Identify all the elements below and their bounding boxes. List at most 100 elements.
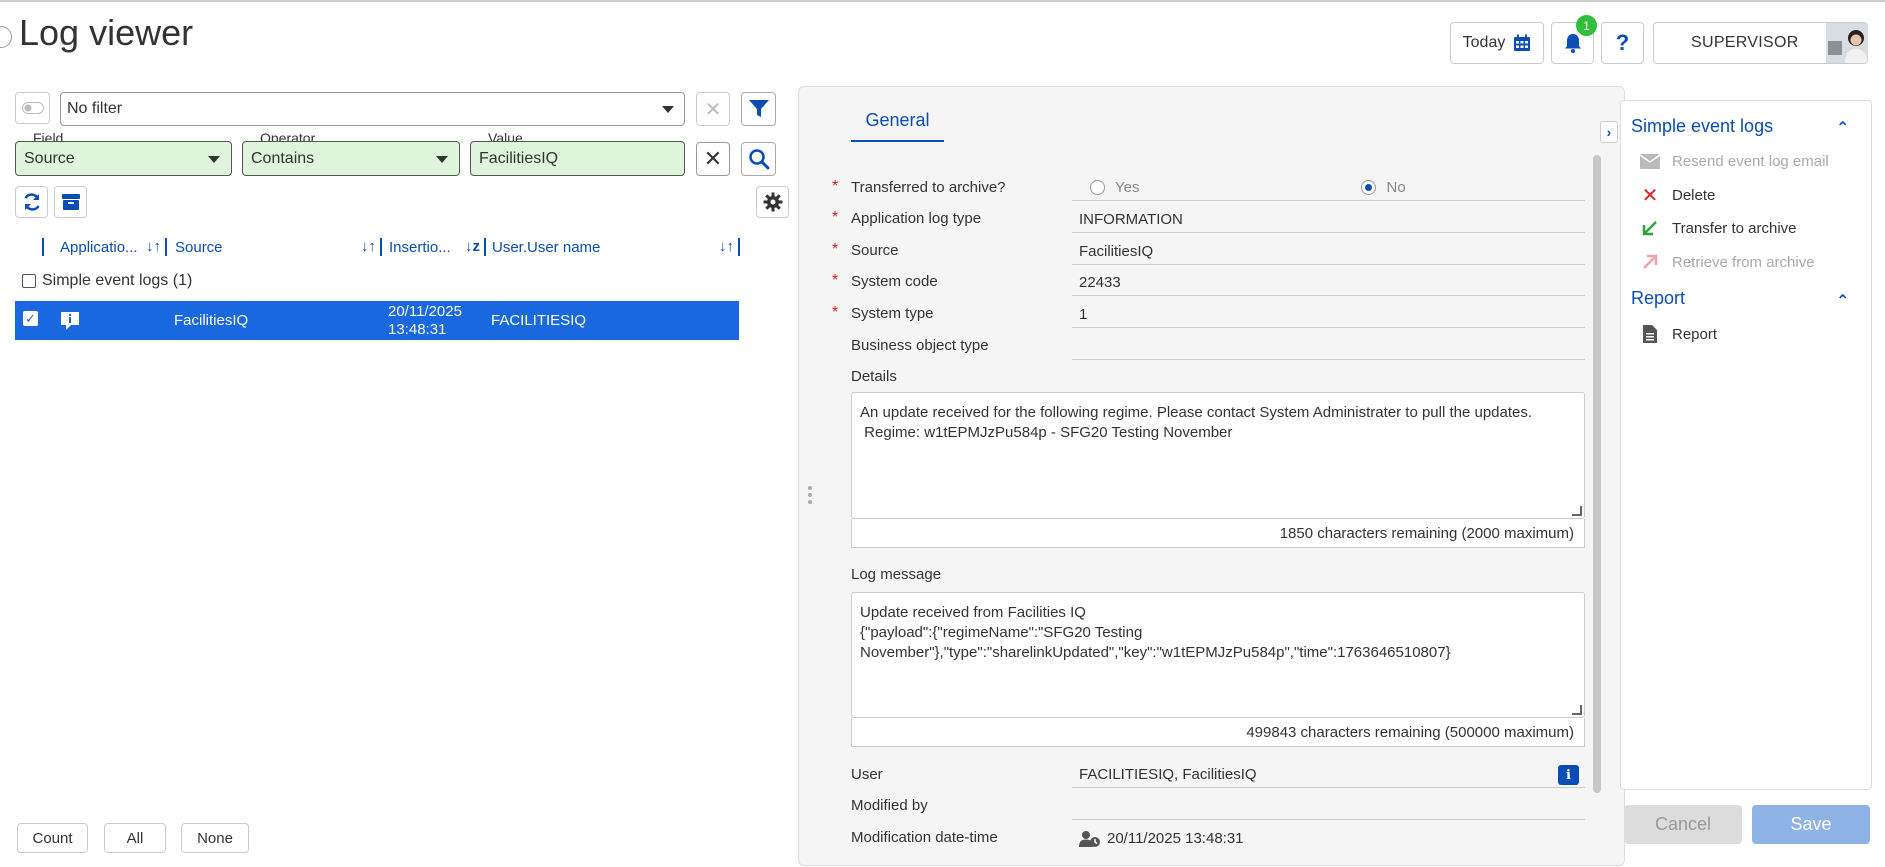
column-separator [380,238,382,256]
column-header-user-name[interactable]: User.User name [492,236,600,258]
operator-select[interactable]: Contains [242,141,460,176]
sort-icon[interactable]: ↓↑ [719,238,734,255]
value-input[interactable]: FacilitiesIQ [470,141,685,176]
save-button[interactable]: Save [1752,805,1870,844]
column-separator [165,238,167,256]
column-header-application[interactable]: Applicatio... [60,236,138,258]
table-row[interactable]: ✓ FacilitiesIQ 20/11/2025 13:48:31 FACIL… [15,301,739,340]
modified-by-label: Modified by [851,797,928,814]
row-user: FACILITIESIQ [491,312,587,329]
column-separator [738,238,740,256]
modification-value: 20/11/2025 13:48:31 [1072,825,1585,852]
splitter-handle[interactable] [808,486,812,506]
today-label: Today [1462,34,1506,51]
avatar[interactable] [1826,23,1868,63]
settings-button[interactable] [756,186,789,218]
search-button[interactable] [741,142,776,176]
row-checkbox[interactable]: ✓ [23,311,38,326]
system-type-value: 1 [1072,301,1585,328]
report-action[interactable]: Report [1640,323,1717,345]
archive-button[interactable] [54,186,87,218]
required-marker: * [832,272,839,289]
field-select[interactable]: Source [15,141,232,176]
notification-badge: 1 [1576,15,1597,36]
top-border [0,0,1885,2]
today-button[interactable]: Today [1450,22,1544,64]
delete-action[interactable]: ✕ Delete [1640,184,1716,207]
filter-selected: No filter [67,100,123,117]
document-icon [1640,325,1660,343]
no-label: No [1386,178,1406,196]
user-value: FACILITIESIQ, FacilitiesIQ [1072,761,1585,788]
modification-text: 20/11/2025 13:48:31 [1107,830,1244,847]
actions-group-simple-event-logs: Simple event logs [1631,116,1774,136]
chevron-down-icon [662,106,674,113]
filter-button[interactable] [741,92,776,126]
row-insertion: 20/11/2025 13:48:31 [388,301,462,340]
arrow-up-right-icon [1640,254,1660,270]
filter-select[interactable]: No filter [60,92,685,126]
modified-by-value [1072,793,1585,820]
retrieve-from-archive-action: Retrieve from archive [1640,251,1815,273]
user-label: User [851,766,883,783]
help-button[interactable]: ? [1601,22,1644,64]
source-label: Source [851,242,899,259]
count-button[interactable]: Count [17,823,88,853]
required-marker: * [832,178,839,195]
info-icon[interactable]: i [1558,765,1579,785]
close-icon: ✕ [704,98,722,121]
refresh-icon [23,193,40,211]
calendar-icon [1514,34,1531,51]
system-code-label: System code [851,273,938,290]
resize-handle-icon[interactable] [1572,705,1582,715]
all-button[interactable]: All [104,823,166,853]
column-separator [42,238,44,256]
chevron-up-icon[interactable]: ⌃ [1836,291,1849,311]
x-icon: ✕ [1641,184,1659,207]
toggle-icon [21,102,44,114]
page-title: Log viewer [19,12,194,53]
operator-value: Contains [251,149,315,167]
column-separator [484,238,486,256]
field-value: Source [24,149,75,167]
search-icon [748,149,769,170]
detail-scrollbar[interactable] [1593,155,1601,793]
row-insertion-date: 20/11/2025 [388,302,462,320]
user-clock-icon [1079,830,1100,847]
funnel-icon [748,100,769,117]
required-marker: * [832,304,839,321]
app-log-type-label: Application log type [851,210,982,227]
row-source: FacilitiesIQ [174,312,249,329]
refresh-button[interactable] [15,186,48,218]
column-header-source[interactable]: Source [175,236,223,258]
sort-icon[interactable]: ↓↑ [361,238,376,255]
log-message-textarea[interactable]: Update received from Facilities IQ {"pay… [851,592,1585,718]
none-button[interactable]: None [181,823,249,853]
details-label: Details [851,368,897,385]
details-counter: 1850 characters remaining (2000 maximum) [851,519,1585,548]
transfer-to-archive-action[interactable]: Transfer to archive [1640,217,1797,239]
cancel-button[interactable]: Cancel [1624,805,1742,844]
group-checkbox[interactable] [22,274,36,288]
group-header[interactable]: Simple event logs (1) [22,272,192,290]
chevron-up-icon[interactable]: ⌃ [1836,118,1849,138]
column-header-insertion[interactable]: Insertio... [389,236,451,258]
sort-icon[interactable]: ↓↑ [146,238,161,255]
tab-general[interactable]: General [851,110,944,142]
yes-radio[interactable] [1090,179,1105,195]
no-radio[interactable] [1361,179,1377,195]
app-log-type-value: INFORMATION [1072,206,1585,233]
sort-desc-icon[interactable]: ↓z [465,238,480,255]
transferred-field: Yes No [1072,174,1585,201]
details-textarea[interactable]: An update received for the following reg… [851,392,1585,519]
clear-condition-button[interactable]: ✕ [696,142,730,176]
clear-filter-button[interactable]: ✕ [696,92,730,126]
required-marker: * [832,241,839,258]
resend-email-action: Resend event log email [1640,150,1829,172]
chevron-right-icon[interactable]: › [1600,121,1618,143]
filter-toggle[interactable] [15,92,50,124]
sidebar-toggle[interactable] [0,26,12,48]
resize-handle-icon[interactable] [1572,506,1582,516]
row-insertion-time: 13:48:31 [388,320,447,338]
log-message-label: Log message [851,566,942,583]
